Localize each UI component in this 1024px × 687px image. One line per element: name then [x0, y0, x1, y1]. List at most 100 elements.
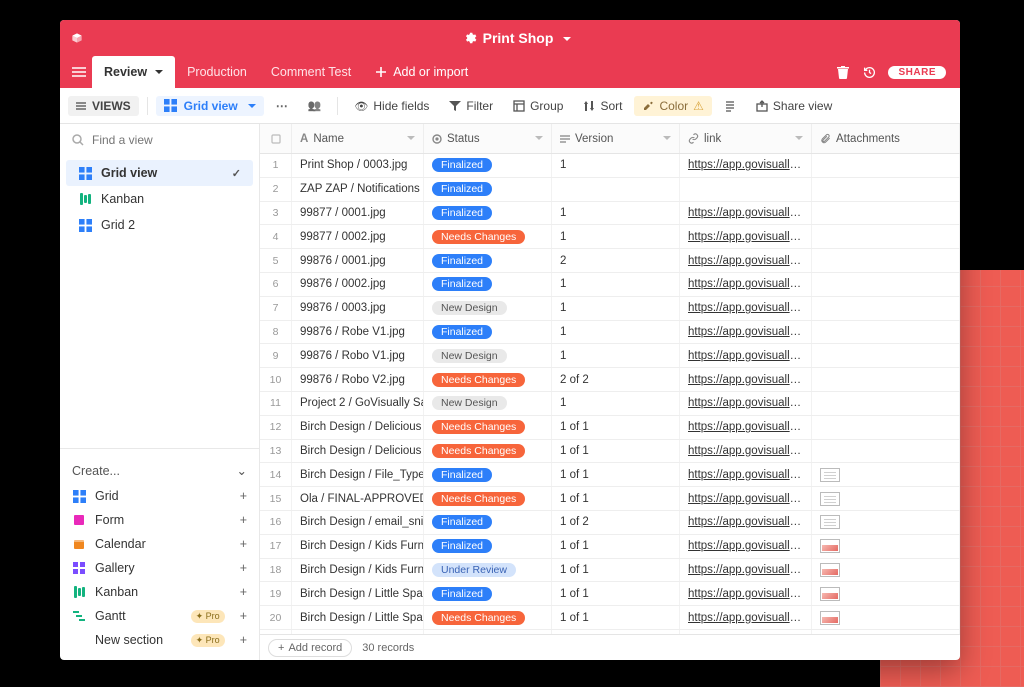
attachment-thumbnail[interactable] — [820, 587, 840, 601]
col-header-attachments[interactable]: Attachments — [812, 124, 960, 153]
chevron-down-icon[interactable] — [403, 133, 415, 145]
tab-review[interactable]: Review — [92, 56, 175, 88]
cell-name[interactable]: Birch Design / Little Spaces... — [292, 582, 424, 605]
cell-name[interactable]: Birch Design / Delicious — [292, 440, 424, 463]
share-view-button[interactable]: Share view — [748, 96, 840, 116]
chevron-down-icon[interactable] — [659, 133, 671, 145]
cell-name[interactable]: Ola / FINAL-APPROVED.png — [292, 487, 424, 510]
attachment-thumbnail[interactable] — [820, 515, 840, 529]
table-row[interactable]: 14Birch Design / File_Type_ERRFinalized1… — [260, 463, 960, 487]
link-value[interactable]: https://app.govisually.com/... — [688, 540, 803, 552]
cell-link[interactable]: https://app.govisually.com/... — [680, 344, 812, 367]
sidebar-view-kanban[interactable]: Kanban — [66, 186, 253, 212]
create-new-section[interactable]: New section✦ Pro+ — [60, 628, 259, 652]
cell-version[interactable]: 1 — [552, 154, 680, 177]
cell-name[interactable]: Birch Design / File_Type_ERR — [292, 463, 424, 486]
cell-status[interactable]: Finalized — [424, 463, 552, 486]
view-search[interactable] — [60, 124, 259, 156]
cell-name[interactable]: 99877 / 0001.jpg — [292, 202, 424, 225]
cell-status[interactable]: Needs Changes — [424, 440, 552, 463]
cell-link[interactable]: https://app.govisually.com/... — [680, 321, 812, 344]
cell-attachments[interactable] — [812, 559, 960, 582]
cell-name[interactable]: 99876 / 0002.jpg — [292, 273, 424, 296]
cell-attachments[interactable] — [812, 487, 960, 510]
cell-attachments[interactable] — [812, 273, 960, 296]
cell-name[interactable]: Birch Design / email_snip.... — [292, 511, 424, 534]
cell-name[interactable]: 99876 / 0001.jpg — [292, 249, 424, 272]
cell-name[interactable]: Birch Design / Delicious — [292, 416, 424, 439]
cell-status[interactable]: New Design — [424, 297, 552, 320]
table-row[interactable]: 1099876 / Robo V2.jpgNeeds Changes2 of 2… — [260, 368, 960, 392]
cell-version[interactable]: 1 of 1 — [552, 606, 680, 629]
link-value[interactable]: https://app.govisually.com/... — [688, 159, 803, 171]
cell-status[interactable]: New Design — [424, 392, 552, 415]
cell-version[interactable]: 1 — [552, 321, 680, 344]
add-record-button[interactable]: + Add record — [268, 639, 352, 657]
cell-attachments[interactable] — [812, 416, 960, 439]
table-row[interactable]: 599876 / 0001.jpgFinalized2https://app.g… — [260, 249, 960, 273]
cell-status[interactable]: Needs Changes — [424, 487, 552, 510]
cell-link[interactable]: https://app.govisually.com/... — [680, 225, 812, 248]
attachment-thumbnail[interactable] — [820, 539, 840, 553]
table-row[interactable]: 1Print Shop / 0003.jpgFinalized1https://… — [260, 154, 960, 178]
cell-status[interactable]: Finalized — [424, 178, 552, 201]
table-row[interactable]: 799876 / 0003.jpgNew Design1https://app.… — [260, 297, 960, 321]
create-section-header[interactable]: Create... ⌄ — [60, 457, 259, 484]
cell-attachments[interactable] — [812, 463, 960, 486]
cell-attachments[interactable] — [812, 392, 960, 415]
table-row[interactable]: 2ZAP ZAP / NotificationsFinalized — [260, 178, 960, 202]
cell-link[interactable]: https://app.govisually.com/... — [680, 606, 812, 629]
link-value[interactable]: https://app.govisually.com/... — [688, 397, 803, 409]
col-header-link[interactable]: link — [680, 124, 812, 153]
col-header-version[interactable]: Version — [552, 124, 680, 153]
link-value[interactable]: https://app.govisually.com/... — [688, 445, 803, 457]
create-grid[interactable]: Grid+ — [60, 484, 259, 508]
cell-name[interactable]: 99876 / Robo V1.jpg — [292, 344, 424, 367]
link-value[interactable]: https://app.govisually.com/... — [688, 231, 803, 243]
history-icon[interactable] — [862, 65, 876, 79]
link-value[interactable]: https://app.govisually.com/... — [688, 421, 803, 433]
cell-name[interactable]: Birch Design / Kids Furnitur... — [292, 559, 424, 582]
col-header-name[interactable]: A Name — [292, 124, 424, 153]
cell-status[interactable]: Needs Changes — [424, 606, 552, 629]
hide-fields-button[interactable]: Hide fields — [346, 96, 437, 116]
cell-name[interactable]: ZAP ZAP / Notifications — [292, 178, 424, 201]
cell-attachments[interactable] — [812, 368, 960, 391]
cell-link[interactable]: https://app.govisually.com/... — [680, 463, 812, 486]
cell-attachments[interactable] — [812, 154, 960, 177]
cell-attachments[interactable] — [812, 535, 960, 558]
cell-link[interactable]: https://app.govisually.com/... — [680, 249, 812, 272]
collaborators-button[interactable] — [300, 96, 330, 115]
link-value[interactable]: https://app.govisually.com/... — [688, 612, 803, 624]
cell-attachments[interactable] — [812, 344, 960, 367]
cell-name[interactable]: 99876 / Robo V2.jpg — [292, 368, 424, 391]
grid-rows[interactable]: 1Print Shop / 0003.jpgFinalized1https://… — [260, 154, 960, 634]
add-or-import-button[interactable]: Add or import — [365, 56, 478, 88]
attachment-thumbnail[interactable] — [820, 611, 840, 625]
cell-version[interactable]: 1 — [552, 344, 680, 367]
table-row[interactable]: 499877 / 0002.jpgNeeds Changes1https://a… — [260, 225, 960, 249]
cell-attachments[interactable] — [812, 225, 960, 248]
cell-version[interactable]: 1 — [552, 202, 680, 225]
row-height-button[interactable] — [716, 97, 744, 115]
tab-production[interactable]: Production — [175, 56, 259, 88]
cell-link[interactable]: https://app.govisually.com/... — [680, 440, 812, 463]
cell-attachments[interactable] — [812, 178, 960, 201]
cell-status[interactable]: Needs Changes — [424, 416, 552, 439]
cell-status[interactable]: Finalized — [424, 535, 552, 558]
cell-name[interactable]: 99877 / 0002.jpg — [292, 225, 424, 248]
filter-button[interactable]: Filter — [441, 96, 501, 116]
base-title[interactable]: Print Shop — [483, 30, 554, 46]
cell-version[interactable]: 1 — [552, 297, 680, 320]
sidebar-view-grid-2[interactable]: Grid 2 — [66, 212, 253, 238]
chevron-down-icon[interactable] — [531, 133, 543, 145]
cell-link[interactable]: https://app.govisually.com/... — [680, 582, 812, 605]
table-row[interactable]: 13Birch Design / DeliciousNeeds Changes1… — [260, 440, 960, 464]
cell-status[interactable]: Finalized — [424, 511, 552, 534]
cell-name[interactable]: Project 2 / GoVisually Sales... — [292, 392, 424, 415]
create-form[interactable]: Form+ — [60, 508, 259, 532]
link-value[interactable]: https://app.govisually.com/... — [688, 302, 803, 314]
sidebar-view-grid-view[interactable]: Grid view✓ — [66, 160, 253, 186]
create-calendar[interactable]: Calendar+ — [60, 532, 259, 556]
trash-icon[interactable] — [836, 65, 850, 79]
